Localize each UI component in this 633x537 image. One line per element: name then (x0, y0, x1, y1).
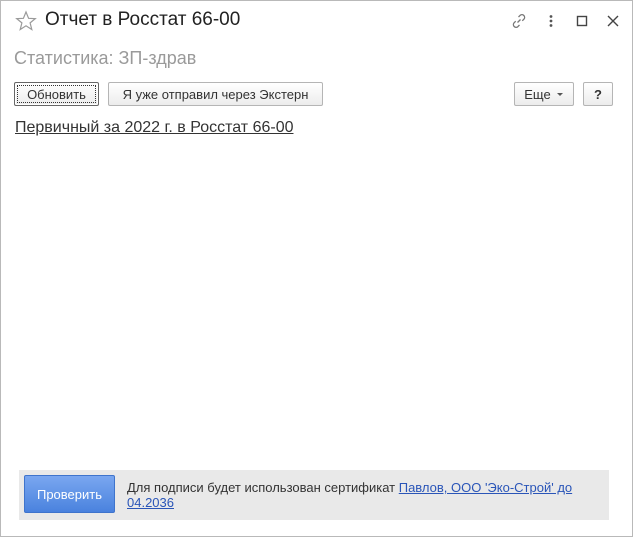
sent-via-extern-button[interactable]: Я уже отправил через Экстерн (108, 82, 323, 106)
title-bar: Отчет в Росстат 66-00 (1, 1, 632, 41)
report-link[interactable]: Первичный за 2022 г. в Росстат 66-00 (15, 119, 293, 137)
close-icon[interactable] (604, 12, 622, 30)
star-icon[interactable] (15, 10, 37, 32)
certificate-prefix: Для подписи будет использован сертификат (127, 480, 399, 495)
form-subtitle: Статистика: ЗП-здрав (14, 48, 197, 68)
certificate-info: Для подписи будет использован сертификат… (127, 480, 597, 510)
check-button-label: Проверить (36, 486, 102, 502)
link-icon[interactable] (510, 12, 528, 30)
report-window: Отчет в Росстат 66-00 Статистика: ЗП-здр… (0, 0, 633, 537)
focus-outline (17, 85, 96, 103)
more-button-label: Еще (524, 86, 551, 102)
help-button[interactable]: ? (583, 82, 613, 106)
help-button-label: ? (594, 86, 602, 102)
chevron-down-icon (556, 93, 563, 96)
window-title: Отчет в Росстат 66-00 (45, 9, 241, 30)
check-button[interactable]: Проверить (24, 475, 115, 513)
more-vertical-icon[interactable] (542, 12, 560, 30)
signature-panel: Проверить Для подписи будет использован … (19, 470, 609, 520)
refresh-button[interactable]: Обновить (14, 82, 99, 106)
sent-via-extern-label: Я уже отправил через Экстерн (122, 86, 309, 102)
more-button[interactable]: Еще (514, 82, 574, 106)
maximize-icon[interactable] (573, 12, 591, 30)
